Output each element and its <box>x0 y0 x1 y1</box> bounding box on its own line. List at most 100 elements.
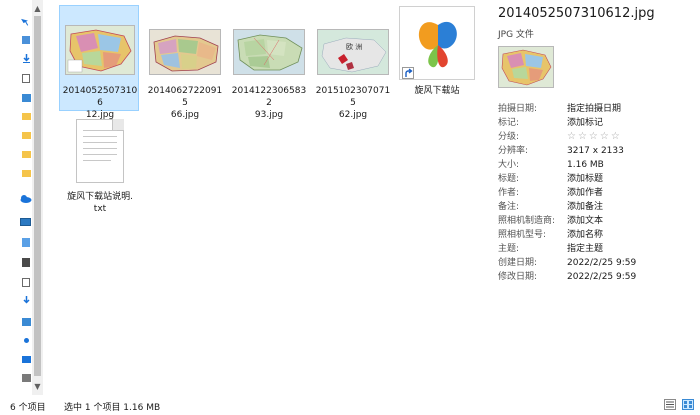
folder-icon[interactable] <box>22 113 31 120</box>
property-name: 创建日期: <box>498 258 538 268</box>
documents-icon[interactable] <box>22 278 30 287</box>
details-view-icon[interactable] <box>664 399 676 410</box>
pictures-icon[interactable] <box>22 94 31 102</box>
file-explorer-window: ▲ ▼ 20140525073106 12.jpg 20140627220915… <box>0 0 700 415</box>
file-name: 旋风下载站 <box>399 85 475 97</box>
file-name-line: 62.jpg <box>338 110 368 120</box>
file-name-line: txt <box>93 204 107 214</box>
property-name: 分辨率: <box>498 146 529 156</box>
property-value: 2022/2/25 9:59 <box>567 258 637 268</box>
map-thumbnail: 欧 洲 <box>317 29 389 75</box>
file-item[interactable]: 20140627220915 66.jpg <box>144 5 224 120</box>
download-icon[interactable] <box>22 54 31 63</box>
shortcut-arrow-icon <box>402 67 414 79</box>
property-name: 大小: <box>498 160 520 170</box>
navigation-scrollbar[interactable]: ▲ ▼ <box>32 0 43 395</box>
property-value: 2022/2/25 9:59 <box>567 272 637 282</box>
property-row: 创建日期: 2022/2/25 9:59 <box>498 256 698 270</box>
file-item[interactable]: 20141223065832 93.jpg <box>228 5 308 120</box>
file-name-line: 66.jpg <box>170 110 200 120</box>
rating-stars[interactable]: ☆☆☆☆☆ <box>567 130 622 144</box>
details-file-type: JPG 文件 <box>498 30 534 40</box>
folder-icon[interactable] <box>22 170 31 177</box>
property-row: 拍摄日期: 指定拍摄日期 <box>498 102 698 116</box>
file-item[interactable]: 旋风下载站 <box>396 5 476 111</box>
details-file-name: 20140525073106​12.jpg <box>498 6 655 21</box>
shortcut-thumbnail <box>399 6 475 80</box>
file-name: 20140627220915 66.jpg <box>147 85 223 121</box>
desktop-icon[interactable] <box>22 356 31 363</box>
property-value[interactable]: 添加名称 <box>567 228 603 242</box>
text-file-icon <box>76 119 124 183</box>
file-name-line: 20151023070715 <box>315 86 391 108</box>
property-name: 作者: <box>498 188 520 198</box>
property-row: 修改日期: 2022/2/25 9:59 <box>498 270 698 284</box>
property-row: 标题: 添加标题 <box>498 172 698 186</box>
property-value: 3217 x 2133 <box>567 146 624 156</box>
property-name: 标记: <box>498 118 520 128</box>
chevron-down-icon[interactable]: ▼ <box>32 382 43 391</box>
file-name-line: 20141223065832 <box>231 86 307 108</box>
property-value[interactable]: 添加标记 <box>567 116 603 130</box>
folder-icon[interactable] <box>22 132 31 139</box>
property-name: 修改日期: <box>498 272 538 282</box>
property-name: 分级: <box>498 132 520 142</box>
property-value[interactable]: 添加备注 <box>567 200 603 214</box>
scrollbar-thumb[interactable] <box>34 16 41 376</box>
property-name: 拍摄日期: <box>498 104 538 114</box>
drive-icon[interactable] <box>22 374 31 382</box>
details-pane: 20140525073106​12.jpg JPG 文件 拍摄日期: 指定拍摄日… <box>490 0 700 395</box>
folder-icon[interactable] <box>22 151 31 158</box>
details-preview <box>498 46 554 88</box>
property-name: 照相机型号: <box>498 230 547 240</box>
property-row: 作者: 添加作者 <box>498 186 698 200</box>
file-name-line: 旋风下载站说明. <box>67 192 133 202</box>
selection-info: 选中 1 个项目 1.16 MB <box>64 403 161 413</box>
property-row: 备注: 添加备注 <box>498 200 698 214</box>
file-name-line: 旋风下载站 <box>414 86 460 96</box>
property-name: 备注: <box>498 202 520 212</box>
file-name: 20141223065832 93.jpg <box>231 85 307 121</box>
file-item[interactable]: 旋风下载站说明. txt <box>59 112 139 222</box>
property-row: 照相机型号: 添加名称 <box>498 228 698 242</box>
map-thumbnail <box>149 29 221 75</box>
property-row: 照相机制造商: 添加文本 <box>498 214 698 228</box>
property-value[interactable]: 指定主题 <box>567 242 603 256</box>
desktop-icon[interactable] <box>22 36 30 44</box>
file-name: 旋风下载站说明. txt <box>62 191 138 215</box>
property-row: 分级: ☆☆☆☆☆ <box>498 130 698 144</box>
property-row: 大小: 1.16 MB <box>498 158 698 172</box>
documents-icon[interactable] <box>22 74 30 83</box>
property-name: 标题: <box>498 174 520 184</box>
file-name-line: 20140525073106 <box>62 86 138 108</box>
navigation-pane: ▲ ▼ <box>0 0 44 395</box>
property-value[interactable]: 添加文本 <box>567 214 603 228</box>
onedrive-icon[interactable] <box>19 194 32 203</box>
map-thumbnail <box>233 29 305 75</box>
property-name: 照相机制造商: <box>498 216 556 226</box>
this-pc-icon[interactable] <box>20 218 31 226</box>
property-value: 1.16 MB <box>567 160 604 170</box>
item-count: 6 个项目 <box>10 403 46 413</box>
music-icon[interactable] <box>24 338 29 343</box>
file-name-line: 20140627220915 <box>147 86 223 108</box>
large-icons-view-icon[interactable] <box>682 399 694 410</box>
chevron-up-icon[interactable]: ▲ <box>32 4 43 13</box>
property-value[interactable]: 添加作者 <box>567 186 603 200</box>
file-item[interactable]: 20140525073106 12.jpg <box>59 5 139 120</box>
download-icon[interactable] <box>22 296 31 305</box>
map-thumbnail <box>65 25 135 75</box>
3d-objects-icon[interactable] <box>22 238 30 247</box>
property-value[interactable]: 添加标题 <box>567 172 603 186</box>
pin-icon[interactable] <box>20 16 31 27</box>
file-item[interactable]: 欧 洲 20151023070715 62.jpg <box>312 5 392 120</box>
status-bar: 6 个项目 选中 1 个项目 1.16 MB <box>0 395 700 415</box>
property-row: 主题: 指定主题 <box>498 242 698 256</box>
property-row: 标记: 添加标记 <box>498 116 698 130</box>
property-row: 分辨率: 3217 x 2133 <box>498 144 698 158</box>
pictures-icon[interactable] <box>22 318 31 326</box>
videos-icon[interactable] <box>22 258 30 267</box>
map-label: 欧 洲 <box>346 43 363 51</box>
property-value[interactable]: 指定拍摄日期 <box>567 102 621 116</box>
file-name: 20151023070715 62.jpg <box>315 85 391 121</box>
